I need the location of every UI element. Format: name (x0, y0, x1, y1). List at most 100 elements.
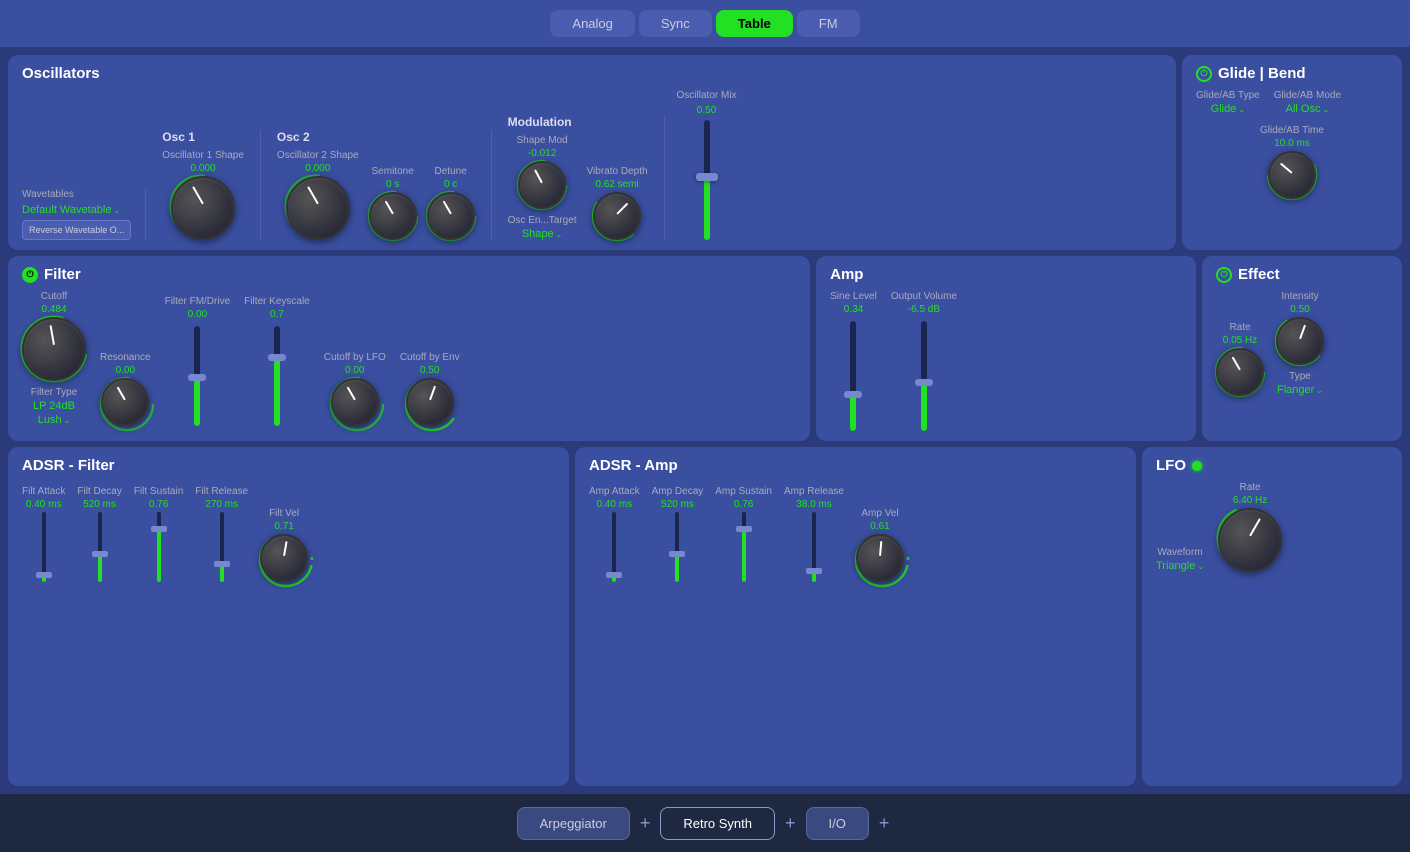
adsr-amp-panel: ADSR - Amp Amp Attack 0.40 ms Amp Decay … (575, 447, 1136, 786)
effect-intensity-knob-wrap[interactable] (1276, 317, 1324, 365)
amp-sustain-group: Amp Sustain 0.76 (715, 486, 772, 582)
effect-power-icon[interactable]: ⏻ (1216, 267, 1232, 283)
osc2-semitone-knob-wrap[interactable] (369, 192, 417, 240)
shape-mod-knob-wrap[interactable] (518, 161, 566, 209)
glide-type-dropdown[interactable]: Glide ⌄ (1211, 103, 1245, 115)
amp-sustain-thumb[interactable] (736, 526, 752, 532)
glide-top-row: Glide/AB Type Glide ⌄ Glide/AB Mode All … (1196, 90, 1388, 115)
filt-sustain-thumb[interactable] (151, 526, 167, 532)
filt-vel-knob-wrap[interactable] (260, 534, 308, 582)
tab-table[interactable]: Table (716, 10, 793, 37)
filt-release-fader[interactable] (220, 512, 224, 582)
osc2-shape-group: Oscillator 2 Shape 0.000 (277, 150, 359, 240)
tab-sync[interactable]: Sync (639, 10, 712, 37)
filt-vel-knob[interactable] (260, 534, 308, 582)
lfo-waveform-dropdown[interactable]: Triangle ⌄ (1156, 560, 1204, 572)
arpeggiator-tab[interactable]: Arpeggiator (517, 807, 630, 840)
filt-sustain-fader[interactable] (157, 512, 161, 582)
row-filter-amp: ⏻ Filter Cutoff 0.484 Filter Type LP 24d… (8, 256, 1402, 441)
effect-intensity-knob[interactable] (1276, 317, 1324, 365)
fm-drive-thumb[interactable] (188, 374, 206, 381)
resonance-knob[interactable] (101, 378, 149, 426)
wavetables-label: Wavetables (22, 189, 131, 200)
reverse-wavetable-button[interactable]: Reverse Wavetable O... (22, 220, 131, 240)
filter-type-dropdown[interactable]: LP 24dB Lush⌄ (33, 400, 75, 426)
amp-sustain-fader[interactable] (742, 512, 746, 582)
filt-attack-fader[interactable] (42, 512, 46, 582)
cutoff-lfo-knob-wrap[interactable] (331, 378, 379, 426)
amp-decay-group: Amp Decay 520 ms (652, 486, 704, 582)
io-tab[interactable]: I/O (806, 807, 869, 840)
sine-level-fader[interactable] (850, 321, 856, 431)
filter-power-icon[interactable]: ⏻ (22, 267, 38, 283)
osc2-detune-knob-wrap[interactable] (427, 192, 475, 240)
tab-analog[interactable]: Analog (550, 10, 634, 37)
shape-mod-group: Shape Mod -0.012 Osc En...Target Shape (508, 135, 577, 240)
lfo-rate-knob[interactable] (1218, 508, 1282, 572)
osc1-shape-knob-wrap[interactable] (171, 176, 235, 240)
osc-mix-fader[interactable] (704, 120, 710, 240)
filter-panel: ⏻ Filter Cutoff 0.484 Filter Type LP 24d… (8, 256, 810, 441)
lfo-rate-knob-wrap[interactable] (1218, 508, 1282, 572)
env-target-group: Osc En...Target Shape ⌄ (508, 215, 577, 240)
output-vol-group: Output Volume -6.5 dB (891, 291, 957, 431)
glide-mode-dropdown[interactable]: All Osc ⌄ (1286, 103, 1330, 115)
effect-rate-knob[interactable] (1216, 348, 1264, 396)
sine-level-thumb[interactable] (844, 391, 862, 398)
shape-mod-knob[interactable] (518, 161, 566, 209)
amp-attack-thumb[interactable] (606, 572, 622, 578)
glide-time-knob[interactable] (1268, 151, 1316, 199)
add-tab-plus-1[interactable]: + (636, 813, 655, 834)
amp-release-fader[interactable] (812, 512, 816, 582)
filter-title: ⏻ Filter (22, 266, 796, 283)
amp-decay-thumb[interactable] (669, 551, 685, 557)
vibrato-knob[interactable] (593, 192, 641, 240)
filt-release-thumb[interactable] (214, 561, 230, 567)
filt-attack-thumb[interactable] (36, 572, 52, 578)
retro-synth-tab[interactable]: Retro Synth (660, 807, 775, 840)
amp-vel-knob-wrap[interactable] (856, 534, 904, 582)
effect-type-dropdown[interactable]: Flanger ⌄ (1277, 384, 1323, 396)
filt-decay-fader[interactable] (98, 512, 102, 582)
osc2-detune-knob[interactable] (427, 192, 475, 240)
amp-decay-fader[interactable] (675, 512, 679, 582)
osc-mix-section: Oscillator Mix 0.50 (665, 90, 749, 240)
osc1-shape-knob[interactable] (171, 176, 235, 240)
env-target-dropdown[interactable]: Shape ⌄ (522, 228, 563, 240)
adsr-amp-inner: Amp Attack 0.40 ms Amp Decay 520 ms (589, 482, 1122, 582)
resonance-knob-wrap[interactable] (101, 378, 149, 426)
amp-attack-fader[interactable] (612, 512, 616, 582)
cutoff-knob[interactable] (22, 317, 86, 381)
wavetables-dropdown[interactable]: Default Wavetable ⌄ (22, 204, 131, 216)
glide-time-knob-wrap[interactable] (1268, 151, 1316, 199)
add-tab-plus-3[interactable]: + (875, 813, 894, 834)
cutoff-knob-wrap[interactable] (22, 317, 86, 381)
glide-power-icon[interactable]: ⏻ (1196, 66, 1212, 82)
tab-fm[interactable]: FM (797, 10, 860, 37)
osc1-section: Osc 1 Oscillator 1 Shape 0.000 (146, 130, 261, 240)
cutoff-env-knob-wrap[interactable] (406, 378, 454, 426)
fm-drive-fader[interactable] (194, 326, 200, 426)
cutoff-env-knob[interactable] (406, 378, 454, 426)
keyscale-thumb[interactable] (268, 354, 286, 361)
osc2-semitone-knob[interactable] (369, 192, 417, 240)
amp-release-thumb[interactable] (806, 568, 822, 574)
filter-type-group: Filter Type LP 24dB Lush⌄ (31, 387, 78, 426)
effect-rate-knob-wrap[interactable] (1216, 348, 1264, 396)
glide-title: ⏻ Glide | Bend (1196, 65, 1388, 82)
osc2-title: Osc 2 (277, 130, 475, 144)
osc2-shape-knob[interactable] (286, 176, 350, 240)
wavetables-section: Wavetables Default Wavetable ⌄ Reverse W… (22, 189, 146, 240)
filt-decay-thumb[interactable] (92, 551, 108, 557)
keyscale-fader[interactable] (274, 326, 280, 426)
osc2-shape-knob-wrap[interactable] (286, 176, 350, 240)
cutoff-lfo-knob[interactable] (331, 378, 379, 426)
output-vol-thumb[interactable] (915, 379, 933, 386)
keyscale-group: Filter Keyscale 0.7 (244, 296, 310, 426)
amp-vel-knob[interactable] (856, 534, 904, 582)
row-oscillators: Oscillators Wavetables Default Wavetable… (8, 55, 1402, 250)
output-vol-fader[interactable] (921, 321, 927, 431)
top-nav: Analog Sync Table FM (0, 0, 1410, 47)
vibrato-knob-wrap[interactable] (593, 192, 641, 240)
osc-mix-thumb[interactable] (696, 173, 718, 181)
